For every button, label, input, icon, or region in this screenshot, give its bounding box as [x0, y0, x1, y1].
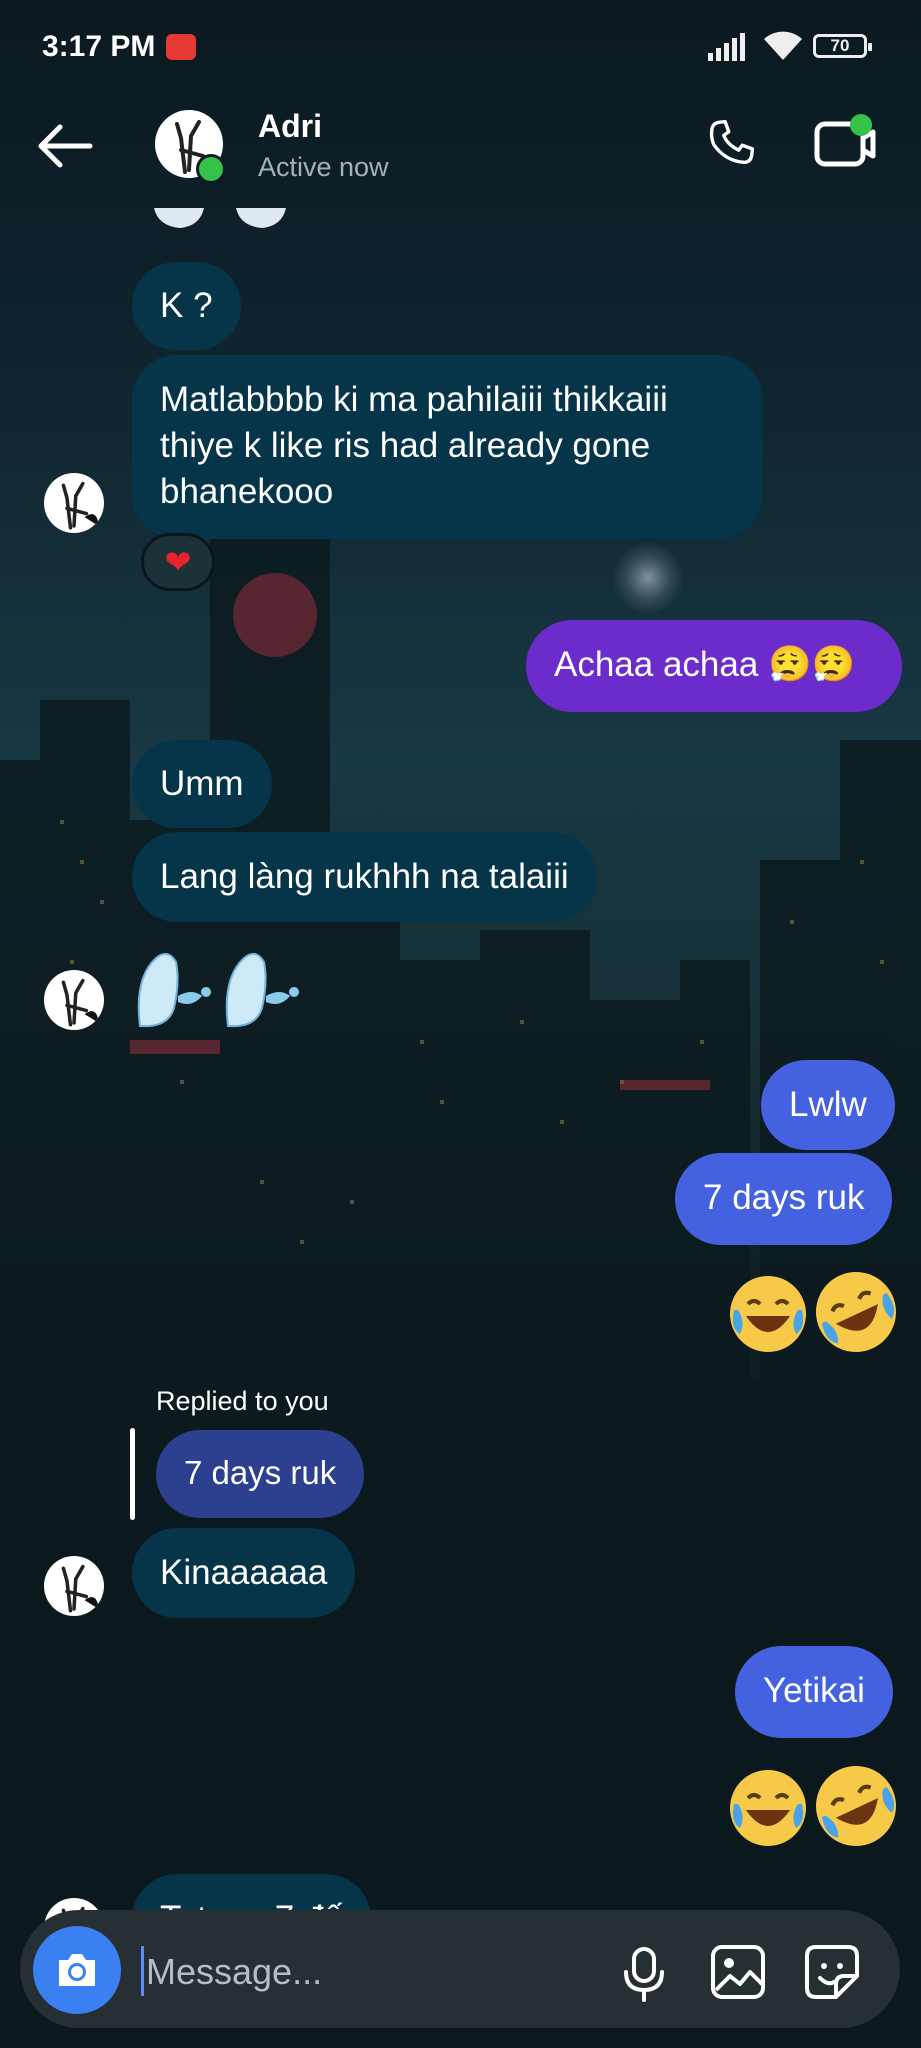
video-active-dot	[850, 114, 872, 136]
camera-button[interactable]	[33, 1926, 121, 2014]
sender-avatar[interactable]	[44, 1556, 104, 1616]
reply-line	[130, 1428, 135, 1520]
incoming-message[interactable]: Kinaaaaaa	[132, 1528, 356, 1618]
microphone-icon[interactable]	[622, 1946, 666, 2002]
message-input[interactable]	[144, 1936, 608, 2008]
incoming-message[interactable]: K ?	[132, 262, 241, 350]
message-text: Lang làng rukhhh na talaiii	[160, 857, 569, 896]
gallery-icon[interactable]	[710, 1944, 766, 2000]
message-text: 7 days ruk	[703, 1178, 865, 1217]
notification-app-icon	[166, 34, 196, 60]
sender-avatar[interactable]	[44, 970, 104, 1030]
message-text: Lwlw	[789, 1085, 867, 1124]
chat-screen: 3:17 PM 70 Adri Active now K ? Matlabbbb…	[0, 0, 921, 2048]
contact-status: Active now	[258, 152, 389, 182]
message-text-line: thiye k like ris had already gone	[160, 426, 651, 465]
message-text: Achaa achaa 😮‍💨😮‍💨	[554, 645, 856, 684]
incoming-message[interactable]: Umm	[132, 740, 272, 828]
contact-name[interactable]: Adri	[258, 108, 322, 145]
outgoing-message[interactable]: Lwlw	[761, 1060, 895, 1150]
camera-icon	[59, 1954, 95, 1986]
rofl-emoji	[802, 1258, 910, 1366]
message-text: Kinaaaaaa	[160, 1553, 328, 1592]
sender-avatar[interactable]	[44, 473, 104, 533]
status-time: 3:17 PM	[42, 30, 156, 63]
incoming-message[interactable]: Lang làng rukhhh na talaiii	[132, 832, 597, 922]
signal-icon	[708, 33, 752, 61]
rofl-emoji	[802, 1752, 910, 1860]
blowing-sticker[interactable]	[134, 948, 304, 1030]
message-text-line: bhanekooo	[160, 472, 334, 511]
reply-label: Replied to you	[156, 1386, 329, 1416]
phone-icon[interactable]	[704, 116, 758, 170]
message-text-line: Matlabbbb ki ma pahilaiii thikkaiii	[160, 380, 668, 419]
incoming-message[interactable]: Matlabbbb ki ma pahilaiii thikkaiii thiy…	[132, 355, 762, 539]
wifi-icon	[762, 30, 804, 62]
back-arrow-icon[interactable]	[36, 122, 94, 170]
heart-reaction[interactable]: ❤	[141, 533, 215, 591]
quoted-text: 7 days ruk	[184, 1454, 337, 1491]
tears-of-joy-emoji	[730, 1770, 806, 1846]
outgoing-message[interactable]: 7 days ruk	[675, 1153, 893, 1245]
sticker-icon[interactable]	[804, 1944, 860, 2000]
battery-indicator: 70	[813, 34, 872, 58]
outgoing-message[interactable]: Achaa achaa 😮‍💨😮‍💨	[526, 620, 902, 712]
quoted-message[interactable]: 7 days ruk	[156, 1430, 365, 1518]
emoji-message[interactable]	[730, 1752, 910, 1860]
online-indicator	[196, 154, 226, 184]
tears-of-joy-emoji	[730, 1276, 806, 1352]
message-text: Yetikai	[763, 1671, 865, 1710]
outgoing-message[interactable]: Yetikai	[735, 1646, 893, 1738]
message-text: K ?	[160, 286, 213, 325]
emoji-message[interactable]	[730, 1258, 910, 1366]
heart-icon: ❤	[164, 544, 192, 580]
sticker-partial	[150, 208, 290, 230]
message-text: Umm	[160, 764, 244, 803]
